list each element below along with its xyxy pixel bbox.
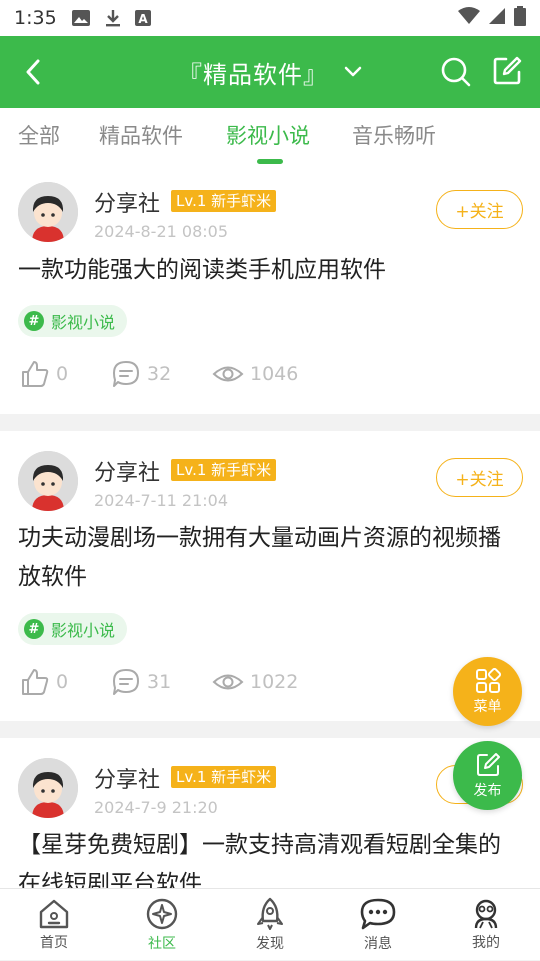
svg-text:A: A	[138, 12, 148, 26]
like-button[interactable]: 0	[20, 667, 68, 697]
hash-icon: #	[24, 311, 44, 331]
app-header: 『精品软件』	[0, 36, 540, 108]
publish-fab[interactable]: 发布	[453, 741, 522, 810]
search-button[interactable]	[440, 56, 472, 92]
nav-community-label: 社区	[148, 936, 176, 952]
view-count-group: 1022	[212, 667, 298, 697]
image-icon	[71, 9, 91, 27]
menu-fab-label: 菜单	[473, 698, 502, 715]
comment-count: 31	[147, 671, 172, 693]
thumbs-up-icon	[22, 669, 49, 695]
level-badge: Lv.1 新手虾米	[171, 459, 277, 481]
chevron-down-icon[interactable]	[344, 66, 362, 78]
active-tab-indicator	[257, 159, 283, 164]
community-icon	[146, 898, 178, 930]
avatar[interactable]	[18, 758, 78, 818]
eye-icon	[212, 674, 244, 690]
tab-all[interactable]: 全部	[18, 120, 60, 150]
post-title[interactable]: 功夫动漫剧场一款拥有大量动画片资源的视频播放软件	[18, 519, 518, 597]
topic-tag[interactable]: # 影视小说	[18, 305, 128, 337]
comment-count: 32	[147, 363, 172, 385]
like-count: 0	[56, 363, 69, 385]
nav-discover[interactable]: 发现	[216, 889, 324, 961]
comment-button[interactable]: 31	[111, 667, 171, 697]
status-bar: 1:35 A	[0, 0, 540, 36]
level-badge: Lv.1 新手虾米	[171, 766, 277, 788]
signal-icon	[488, 7, 506, 29]
nav-profile-label: 我的	[472, 935, 500, 951]
author-name[interactable]: 分享社	[94, 762, 160, 794]
nav-messages[interactable]: 消息	[324, 889, 432, 961]
search-icon	[441, 57, 471, 87]
status-time: 1:35	[14, 7, 57, 29]
nav-home-label: 首页	[40, 935, 68, 951]
topic-tag-label: 影视小说	[51, 621, 116, 640]
grid-icon	[475, 667, 501, 693]
download-icon	[105, 9, 121, 27]
back-button[interactable]	[16, 54, 50, 90]
follow-button[interactable]: +关注	[436, 190, 523, 229]
message-icon	[360, 898, 396, 930]
comment-button[interactable]: 32	[111, 359, 171, 389]
tab-premium-software[interactable]: 精品软件	[99, 120, 183, 150]
avatar[interactable]	[18, 451, 78, 511]
thumbs-up-icon	[22, 361, 49, 387]
topic-tag[interactable]: # 影视小说	[18, 613, 128, 645]
chevron-left-icon	[26, 59, 40, 85]
font-icon: A	[134, 10, 151, 26]
nav-messages-label: 消息	[364, 936, 392, 952]
tab-video-novel[interactable]: 影视小说	[226, 120, 310, 150]
edit-icon	[493, 56, 522, 85]
profile-icon	[474, 899, 498, 929]
nav-profile[interactable]: 我的	[432, 889, 540, 961]
view-count: 1022	[250, 671, 299, 693]
edit-button[interactable]	[492, 56, 522, 90]
post-title[interactable]: 【星芽免费短剧】一款支持高清观看短剧全集的在线短剧平台软件	[18, 826, 518, 888]
page-title[interactable]: 『精品软件』	[178, 55, 328, 90]
author-name[interactable]: 分享社	[94, 455, 160, 487]
battery-icon	[514, 6, 526, 30]
view-count: 1046	[250, 363, 299, 385]
tab-music[interactable]: 音乐畅听	[352, 120, 436, 150]
avatar[interactable]	[18, 182, 78, 242]
bottom-nav: 首页 社区 发现 消息 我的	[0, 888, 540, 960]
nav-discover-label: 发现	[256, 936, 284, 952]
comment-icon	[113, 669, 139, 695]
follow-button[interactable]: +关注	[436, 458, 523, 497]
menu-fab[interactable]: 菜单	[453, 657, 522, 726]
publish-fab-label: 发布	[473, 782, 502, 799]
wifi-icon	[458, 7, 480, 29]
author-name[interactable]: 分享社	[94, 186, 160, 218]
post-time: 2024-7-11 21:04	[94, 491, 228, 510]
view-count-group: 1046	[212, 359, 298, 389]
post-time: 2024-8-21 08:05	[94, 222, 228, 241]
like-button[interactable]: 0	[20, 359, 68, 389]
hash-icon: #	[24, 619, 44, 639]
eye-icon	[212, 366, 244, 382]
nav-home[interactable]: 首页	[0, 889, 108, 961]
home-icon	[39, 899, 69, 929]
edit-icon	[476, 752, 500, 776]
post-card[interactable]: 分享社 Lv.1 新手虾米 2024-8-21 08:05 +关注 一款功能强大…	[0, 172, 540, 414]
comment-icon	[113, 361, 139, 387]
rocket-icon	[257, 897, 283, 930]
post-time: 2024-7-9 21:20	[94, 798, 218, 817]
post-title[interactable]: 一款功能强大的阅读类手机应用软件	[18, 251, 518, 290]
level-badge: Lv.1 新手虾米	[171, 190, 277, 212]
topic-tag-label: 影视小说	[51, 313, 116, 332]
nav-community[interactable]: 社区	[108, 889, 216, 961]
like-count: 0	[56, 671, 69, 693]
